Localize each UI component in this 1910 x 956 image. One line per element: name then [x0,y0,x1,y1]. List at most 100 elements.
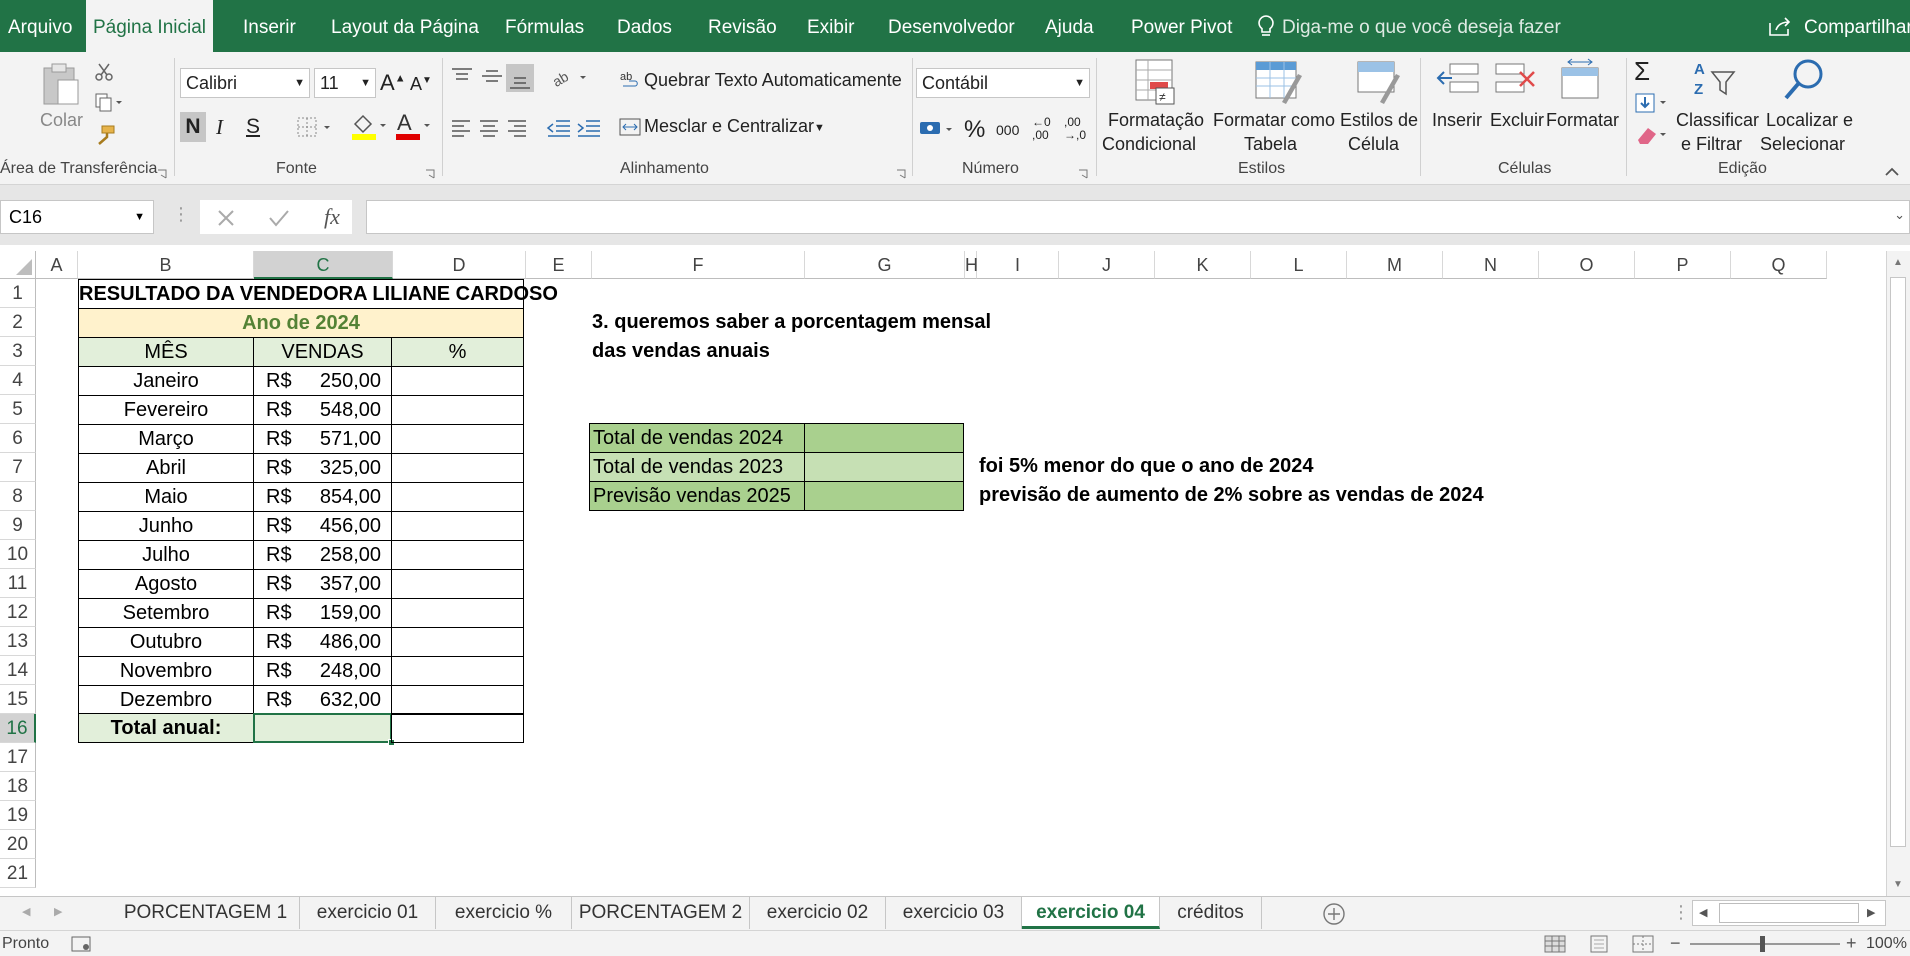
month-cell[interactable]: Março [78,424,254,454]
merge-center-button[interactable]: Mesclar e Centralizar [644,116,814,137]
conditional-formatting-label2[interactable]: Condicional [1102,134,1196,155]
tab-dados[interactable]: Dados [617,0,672,52]
month-cell[interactable]: Abril [78,453,254,483]
percent-cell[interactable] [391,424,524,454]
row-header-1[interactable]: 1 [0,279,36,308]
month-cell[interactable]: Janeiro [78,366,254,396]
format-as-table-label1[interactable]: Formatar como [1213,110,1335,131]
column-header-k[interactable]: K [1155,251,1251,279]
merge-center-icon[interactable] [618,116,642,143]
sales-cell[interactable]: R$ 854,00 [253,482,392,512]
format-cells-button[interactable]: Formatar [1546,110,1619,131]
paste-icon[interactable] [40,62,82,113]
percent-cell[interactable] [391,569,524,599]
sales-cell[interactable]: R$ 357,00 [253,569,392,599]
column-header-c[interactable]: C [254,251,393,279]
tab-desenvolvedor[interactable]: Desenvolvedor [888,0,1015,52]
percent-cell[interactable] [391,540,524,570]
autosum-icon[interactable]: Σ [1634,56,1650,87]
shrink-font-icon[interactable]: A▼ [410,74,432,95]
summary-label-2024[interactable]: Total de vendas 2024 [589,423,805,453]
month-cell[interactable]: Novembro [78,656,254,686]
dialog-launcher-icon[interactable] [896,166,906,184]
cell-styles-icon[interactable] [1356,58,1404,111]
dialog-launcher-icon[interactable] [157,166,167,184]
row-header-15[interactable]: 15 [0,685,36,714]
summary-label-2023[interactable]: Total de vendas 2023 [589,452,805,482]
month-cell[interactable]: Outubro [78,627,254,657]
sales-cell[interactable]: R$ 250,00 [253,366,392,396]
page-layout-icon[interactable] [1588,935,1610,956]
insert-function-icon[interactable]: fx [324,204,340,230]
row-header-20[interactable]: 20 [0,830,36,859]
tab-exibir[interactable]: Exibir [807,0,855,52]
cut-icon[interactable] [94,62,114,87]
sort-filter-label2[interactable]: e Filtrar [1681,134,1742,155]
column-header-n[interactable]: N [1443,251,1539,279]
percent-cell[interactable] [391,453,524,483]
sales-cell[interactable]: R$ 325,00 [253,453,392,483]
next-sheet-icon[interactable]: ▶ [54,905,62,918]
month-cell[interactable]: Maio [78,482,254,512]
dialog-launcher-icon[interactable] [1078,166,1088,184]
row-header-2[interactable]: 2 [0,308,36,337]
row-header-3[interactable]: 3 [0,337,36,366]
tab-arquivo[interactable]: Arquivo [8,0,72,52]
cell-styles-label1[interactable]: Estilos de [1340,110,1418,131]
align-top-icon[interactable] [450,66,474,91]
tab-ajuda[interactable]: Ajuda [1045,0,1094,52]
column-header-h[interactable]: H [965,251,978,279]
zoom-out-icon[interactable]: − [1670,933,1681,954]
scroll-thumb[interactable] [1719,903,1859,923]
sheet-tab[interactable]: PORCENTAGEM 1 [112,897,300,929]
borders-icon[interactable] [296,116,336,143]
orientation-icon[interactable]: ab [550,68,590,93]
format-cells-icon[interactable] [1558,58,1604,107]
month-cell[interactable]: Agosto [78,569,254,599]
column-header-b[interactable]: B [78,251,254,279]
percent-cell[interactable] [391,598,524,628]
row-header-6[interactable]: 6 [0,424,36,453]
summary-label-2025[interactable]: Previsão vendas 2025 [589,481,805,511]
month-cell[interactable]: Junho [78,511,254,541]
percent-cell[interactable] [391,482,524,512]
sales-cell[interactable]: R$ 486,00 [253,627,392,657]
row-header-16[interactable]: 16 [0,714,36,743]
sales-cell[interactable]: R$ 248,00 [253,656,392,686]
page-break-icon[interactable] [1632,935,1654,956]
sheet-tab[interactable]: exercicio 03 [886,897,1022,929]
sales-cell[interactable]: R$ 632,00 [253,685,392,715]
align-bottom-icon[interactable] [506,64,534,92]
summary-value-2024[interactable] [804,423,964,453]
share-button[interactable]: Compartilhar [1804,0,1910,52]
column-header-d[interactable]: D [393,251,526,279]
increase-decimal-button[interactable]: ←0 ,00 [1032,116,1056,142]
table-subtitle[interactable]: Ano de 2024 [78,308,524,338]
tab-revisao[interactable]: Revisão [708,0,777,52]
share-icon[interactable] [1768,15,1794,42]
header-month[interactable]: MÊS [78,337,254,367]
wrap-text-button[interactable]: Quebrar Texto Automaticamente [644,70,902,91]
decrease-indent-icon[interactable] [546,118,572,143]
find-select-icon[interactable] [1782,56,1828,107]
cancel-icon[interactable] [216,208,236,233]
sales-cell[interactable]: R$ 258,00 [253,540,392,570]
sheet-tab[interactable]: exercicio 02 [750,897,886,929]
scroll-thumb[interactable] [1890,277,1906,847]
align-center-icon[interactable] [478,118,500,143]
conditional-formatting-icon[interactable]: ≠ [1134,58,1178,111]
row-header-19[interactable]: 19 [0,801,36,830]
insert-cells-button[interactable]: Inserir [1432,110,1482,131]
column-header-p[interactable]: P [1635,251,1731,279]
row-header-12[interactable]: 12 [0,598,36,627]
currency-format-icon[interactable] [918,116,958,147]
format-as-table-label2[interactable]: Tabela [1244,134,1297,155]
macro-record-icon[interactable] [70,935,92,956]
month-cell[interactable]: Fevereiro [78,395,254,425]
row-header-21[interactable]: 21 [0,859,36,888]
sheet-tab[interactable]: exercicio 01 [300,897,436,929]
row-header-5[interactable]: 5 [0,395,36,424]
header-percent[interactable]: % [391,337,524,367]
note-2023[interactable]: foi 5% menor do que o ano de 2024 [979,452,1314,481]
conditional-formatting-label1[interactable]: Formatação [1108,110,1204,131]
